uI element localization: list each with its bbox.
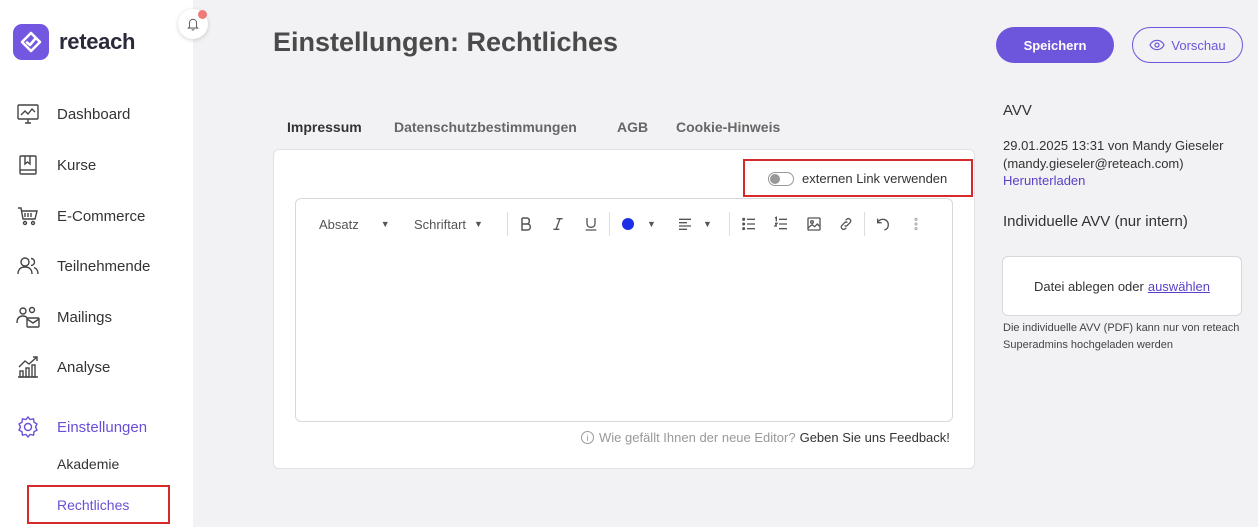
align-left-icon <box>679 218 691 230</box>
link-icon <box>840 217 852 231</box>
numbered-list-button[interactable] <box>769 212 793 236</box>
eye-icon <box>1149 39 1166 51</box>
individual-avv-title: Individuelle AVV (nur intern) <box>1003 213 1188 230</box>
underline-button[interactable] <box>579 212 603 236</box>
avv-title: AVV <box>1003 102 1032 119</box>
avv-info: 29.01.2025 13:31 von Mandy Gieseler (man… <box>1003 137 1223 173</box>
preview-label: Vorschau <box>1171 37 1226 53</box>
feedback-question: Wie gefällt Ihnen der neue Editor? <box>599 430 796 445</box>
font-dropdown[interactable]: Schriftart ▼ <box>414 212 483 236</box>
mailings-icon <box>16 305 40 329</box>
save-button[interactable]: Speichern <box>996 27 1114 63</box>
nav-item-analyse[interactable]: Analyse <box>16 355 110 379</box>
bold-button[interactable] <box>514 212 538 236</box>
bell-icon <box>187 18 199 31</box>
drop-note: Die individuelle AVV (PDF) kann nur von … <box>1003 322 1240 351</box>
caret-down-icon: ▼ <box>647 219 656 229</box>
italic-button[interactable] <box>546 212 570 236</box>
nav-label: Analyse <box>57 358 111 376</box>
page-title: Einstellungen: Rechtliches <box>273 27 619 57</box>
caret-down-icon: ▼ <box>703 219 712 229</box>
info-icon: i <box>581 431 594 444</box>
editor-feedback: i Wie gefällt Ihnen der neue Editor? Geb… <box>581 430 950 445</box>
nav-item-ecommerce[interactable]: E-Commerce <box>16 204 145 228</box>
download-link[interactable]: Herunterladen <box>1003 173 1085 188</box>
feedback-link[interactable]: Geben Sie uns Feedback! <box>800 430 950 445</box>
more-vertical-icon <box>914 217 918 231</box>
notification-bell[interactable] <box>178 9 208 39</box>
nav-label: E-Commerce <box>57 207 146 225</box>
color-swatch-icon <box>622 218 634 230</box>
nav-label: Einstellungen <box>57 418 148 436</box>
tab-datenschutz[interactable]: Datenschutzbestimmungen <box>394 119 577 135</box>
gear-icon <box>16 415 40 439</box>
font-label: Schriftart <box>414 216 467 232</box>
dashboard-icon <box>16 102 40 126</box>
paragraph-label: Absatz <box>319 216 359 232</box>
cart-icon <box>16 204 40 228</box>
tab-impressum[interactable]: Impressum <box>287 119 362 135</box>
nav-item-teilnehmende[interactable]: Teilnehmende <box>16 254 150 278</box>
undo-button[interactable] <box>871 212 895 236</box>
text-color-dropdown[interactable]: ▼ <box>621 212 656 236</box>
avv-email-line: (mandy.gieseler@reteach.com) <box>1003 156 1184 171</box>
analytics-icon <box>16 355 40 379</box>
nav-item-dashboard[interactable]: Dashboard <box>16 102 130 126</box>
book-icon <box>16 153 40 177</box>
select-file-link[interactable]: auswählen <box>1148 279 1210 294</box>
bold-icon <box>521 217 532 231</box>
nav-item-mailings[interactable]: Mailings <box>16 305 112 329</box>
image-icon <box>807 217 821 231</box>
preview-button[interactable]: Vorschau <box>1132 27 1243 63</box>
highlight-box <box>743 159 973 197</box>
file-dropzone[interactable]: Datei ablegen oder auswählen <box>1002 256 1242 316</box>
undo-icon <box>877 218 890 231</box>
highlight-box <box>27 485 170 524</box>
drop-text: Datei ablegen oder <box>1033 278 1144 294</box>
link-button[interactable] <box>834 212 858 236</box>
align-dropdown[interactable]: ▼ <box>677 212 712 236</box>
bullet-list-icon <box>742 217 755 231</box>
sub-item-akademie[interactable]: Akademie <box>57 456 119 472</box>
nav-label: Teilnehmende <box>57 257 151 275</box>
toolbar-divider <box>729 212 730 236</box>
users-icon <box>16 254 40 278</box>
italic-icon <box>553 218 563 230</box>
more-options-button[interactable] <box>904 212 928 236</box>
avv-date-line: 29.01.2025 13:31 von Mandy Gieseler <box>1003 138 1224 153</box>
toolbar-divider <box>507 212 508 236</box>
nav-label: Dashboard <box>57 105 131 123</box>
tab-cookie-hinweis[interactable]: Cookie-Hinweis <box>676 119 780 135</box>
nav-item-einstellungen[interactable]: Einstellungen <box>16 415 147 439</box>
caret-down-icon: ▼ <box>474 219 483 229</box>
caret-down-icon: ▼ <box>380 219 390 229</box>
reteach-logo-icon <box>13 24 49 60</box>
nav-label: Kurse <box>57 156 97 174</box>
paragraph-dropdown[interactable]: Absatz ▼ <box>319 212 390 236</box>
tab-agb[interactable]: AGB <box>617 119 648 135</box>
underline-icon <box>585 218 597 231</box>
sidebar: reteach Dashboard Kurse E-Commerce Teiln… <box>0 0 193 527</box>
toolbar-divider <box>864 212 865 236</box>
nav-item-kurse[interactable]: Kurse <box>16 153 96 177</box>
nav-label: Mailings <box>57 308 113 326</box>
notification-dot <box>198 10 207 19</box>
toolbar-divider <box>609 212 610 236</box>
bullet-list-button[interactable] <box>737 212 761 236</box>
logo-text: reteach <box>59 29 136 54</box>
image-button[interactable] <box>802 212 826 236</box>
numbered-list-icon <box>773 216 787 230</box>
logo[interactable]: reteach <box>13 24 135 60</box>
